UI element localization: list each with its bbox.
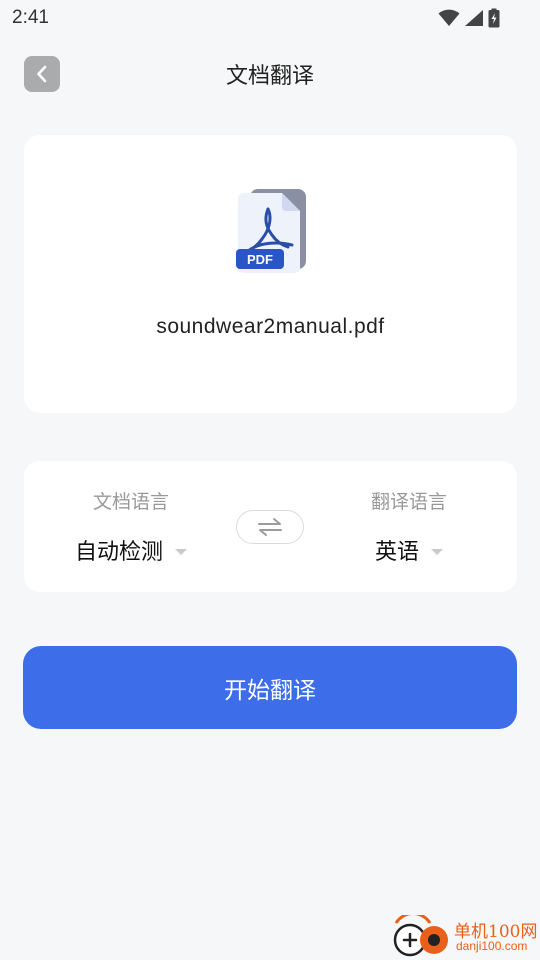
swap-languages-button[interactable] bbox=[236, 510, 304, 544]
target-language-caption: 翻译语言 bbox=[370, 491, 447, 513]
watermark-url: danji100.com bbox=[456, 939, 528, 953]
source-language-value: 自动检测 bbox=[74, 540, 163, 565]
pdf-file-icon: PDF bbox=[236, 189, 306, 273]
swap-arrows-icon bbox=[258, 518, 282, 536]
source-language-caption: 文档语言 bbox=[92, 491, 169, 513]
file-card: PDF soundwear2manual.pdf bbox=[24, 135, 517, 413]
file-name: soundwear2manual.pdf bbox=[156, 315, 385, 338]
watermark-logo-icon bbox=[393, 912, 448, 957]
battery-icon bbox=[488, 8, 500, 28]
language-card: 文档语言 自动检测 翻译语言 英语 bbox=[24, 461, 517, 592]
target-language-select[interactable]: 英语 bbox=[329, 534, 489, 566]
caret-down-icon bbox=[175, 548, 187, 555]
wifi-icon bbox=[438, 9, 460, 26]
status-icons bbox=[438, 8, 500, 28]
status-bar: 2:41 bbox=[0, 0, 540, 36]
target-language-value: 英语 bbox=[374, 540, 419, 565]
watermark: 单机100网 danji100.com bbox=[390, 912, 540, 960]
signal-icon bbox=[465, 10, 483, 26]
pdf-badge-text: PDF bbox=[247, 252, 273, 267]
target-language-column: 翻译语言 英语 bbox=[329, 487, 489, 566]
page-title: 文档翻译 bbox=[225, 64, 314, 89]
start-translation-button[interactable]: 开始翻译 bbox=[23, 646, 517, 729]
nav-bar: 文档翻译 bbox=[0, 48, 540, 100]
status-time: 2:41 bbox=[12, 7, 49, 28]
source-language-column: 文档语言 自动检测 bbox=[51, 487, 211, 566]
caret-down-icon bbox=[431, 548, 443, 555]
source-language-select[interactable]: 自动检测 bbox=[51, 534, 211, 566]
